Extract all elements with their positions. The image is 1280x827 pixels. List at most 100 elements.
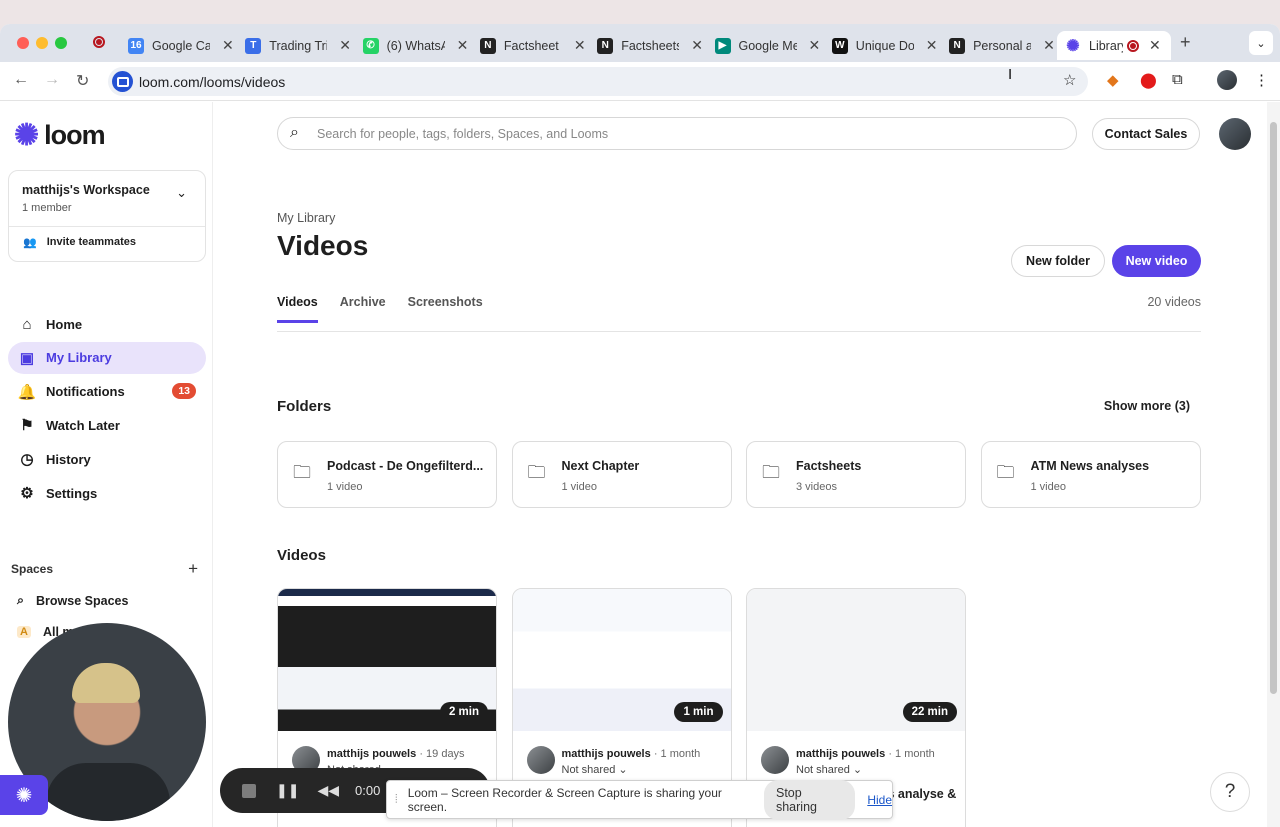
back-icon[interactable]: ← [13,71,29,89]
spaces-label: Spaces [11,562,54,576]
notion-icon: N [479,37,496,54]
sidebar-item-label: Notifications [46,384,125,400]
hide-share-bar-link[interactable]: Hide [867,793,892,807]
folder-card[interactable]: 🗀 Podcast - De Ongefilterd... 1 video [277,441,497,508]
sidebar-item-label: Home [46,316,83,332]
help-button[interactable]: ? [1210,772,1250,812]
browser-tab[interactable]: N Personal a ✕ [949,31,1055,60]
close-tab-icon[interactable]: ✕ [457,37,469,54]
sidebar-item-my-library[interactable]: ▣ My Library [8,341,206,374]
webflow-icon: W [831,37,848,54]
folder-card[interactable]: 🗀 ATM News analyses 1 video [980,441,1201,508]
main-content: ⌕ Search for people, tags, folders, Spac… [214,102,1267,827]
sharing-status-dropdown[interactable]: Not shared ⌄ [796,763,862,776]
folder-name: Podcast - De Ongefilterd... [327,459,484,473]
menu-kebab-icon[interactable]: ⋮ [1254,71,1269,89]
tab-screenshots[interactable]: Screenshots [408,295,483,323]
folder-card[interactable]: 🗀 Factsheets 3 videos [746,441,966,508]
scrollbar-thumb[interactable] [1270,122,1277,694]
new-video-button[interactable]: New video [1112,245,1201,277]
video-age: · 1 month [888,748,935,760]
breadcrumb[interactable]: My Library [277,211,335,225]
library-tabs: Videos Archive Screenshots [277,295,483,323]
workspace-switcher[interactable]: matthijs's Workspace 1 member ⌄ 👥 Invite… [8,170,206,262]
browser-tab[interactable]: ▶ Google Me ✕ [714,31,821,60]
loom-logo[interactable]: ✺ loom [14,118,106,153]
google-calendar-icon: 16 [128,37,144,54]
address-bar[interactable]: loom.com/looms/videos [108,67,1088,96]
browser-tab[interactable]: T Trading Tri ✕ [245,31,351,60]
video-owner: matthijs pouwels · 19 days [327,748,465,760]
camera-person-shirt [46,763,170,821]
sidebar-item-watch-later[interactable]: ⚑ Watch Later [8,409,206,441]
owner-avatar [526,746,555,774]
screen-share-bar: ⦙ Loom – Screen Recorder & Screen Captur… [386,779,893,820]
search-icon: ⌕ [290,124,299,141]
opera-extension-icon[interactable]: ⬤ [1140,71,1157,89]
sidebar-item-home[interactable]: ⌂ Home [8,308,206,340]
add-space-button[interactable]: + [188,559,198,579]
notion-icon: N [949,37,966,54]
profile-avatar[interactable] [1217,70,1237,90]
stop-sharing-button[interactable]: Stop sharing [763,779,856,820]
forward-icon[interactable]: → [44,71,60,89]
recording-time: 0:00 [355,783,381,798]
loom-fab-icon[interactable]: ✺ [0,775,48,815]
extensions-icon[interactable]: ⧉ [1172,71,1183,88]
recording-tab-icon[interactable] [93,36,105,48]
close-tab-icon[interactable]: ✕ [1043,37,1055,54]
video-age: · 19 days [419,748,465,760]
browser-tab[interactable]: N Factsheets ✕ [597,31,703,60]
drag-handle-icon[interactable]: ⦙ [395,792,398,807]
metamask-extension-icon[interactable]: ◆ [1107,71,1119,89]
browse-spaces-label: Browse Spaces [36,593,129,608]
close-tab-icon[interactable]: ✕ [809,37,821,54]
sharing-status-dropdown[interactable]: Not shared ⌄ [562,763,628,776]
close-window-button[interactable] [17,37,29,49]
bookmark-star-icon[interactable]: ☆ [1063,71,1076,89]
trading-tribe-icon: T [245,37,262,54]
sidebar-item-notifications[interactable]: 🔔 Notifications 13 [8,376,206,408]
close-tab-icon[interactable]: ✕ [222,37,234,54]
show-more-button[interactable]: Show more (3) [1104,399,1190,413]
close-tab-icon[interactable]: ✕ [691,37,703,54]
new-folder-button[interactable]: New folder [1011,245,1105,277]
close-tab-icon[interactable]: ✕ [339,37,351,54]
tab-archive[interactable]: Archive [340,295,386,323]
sidebar-item-history[interactable]: ◷ History [8,443,206,475]
tabs-divider [277,331,1201,332]
folder-card[interactable]: 🗀 Next Chapter 1 video [511,441,732,508]
close-tab-icon[interactable]: ✕ [1149,37,1161,54]
close-tab-icon[interactable]: ✕ [926,37,938,54]
stop-recording-button[interactable] [242,783,256,798]
browser-tab[interactable]: N Factsheet ✕ [479,31,586,60]
tab-library[interactable]: ✺ Library ✕ [1057,31,1171,60]
user-avatar[interactable] [1219,118,1251,150]
close-tab-icon[interactable]: ✕ [574,37,586,54]
contact-sales-button[interactable]: Contact Sales [1092,118,1200,150]
browser-tab[interactable]: W Unique Do ✕ [831,31,938,60]
tab-title: Trading Tri [269,38,328,53]
browse-spaces-link[interactable]: ⌕ Browse Spaces [17,593,128,608]
minimize-window-button[interactable] [36,37,48,49]
tab-videos[interactable]: Videos [277,295,318,323]
restart-icon[interactable]: ◀◀ [317,782,339,799]
workspace-members: 1 member [22,202,72,214]
tab-search-button[interactable]: ⌄ [1249,31,1273,55]
browser-tab[interactable]: ✆ (6) WhatsA ✕ [362,31,469,60]
zoom-window-button[interactable] [55,37,67,49]
pause-icon[interactable]: ❚❚ [276,782,299,799]
sidebar-item-settings[interactable]: ⚙ Settings [8,477,206,509]
tab-title: Library [1089,38,1123,53]
tab-strip: 16 Google Ca ✕ T Trading Tri ✕ ✆ (6) WhatsA ✕ N Fa… [0,24,1280,62]
owner-avatar [761,746,789,774]
new-tab-button[interactable]: + [1180,32,1191,53]
invite-teammates-button[interactable]: 👥 Invite teammates [23,236,136,249]
search-input[interactable]: ⌕ Search for people, tags, folders, Spac… [277,117,1077,150]
browser-tab[interactable]: 16 Google Ca ✕ [128,31,234,60]
page-scrollbar[interactable] [1267,102,1280,827]
reload-icon[interactable]: ↻ [76,71,89,91]
site-info-icon[interactable] [112,71,133,92]
page-title: Videos [277,230,369,261]
chevron-down-icon[interactable]: ⌄ [176,185,187,201]
